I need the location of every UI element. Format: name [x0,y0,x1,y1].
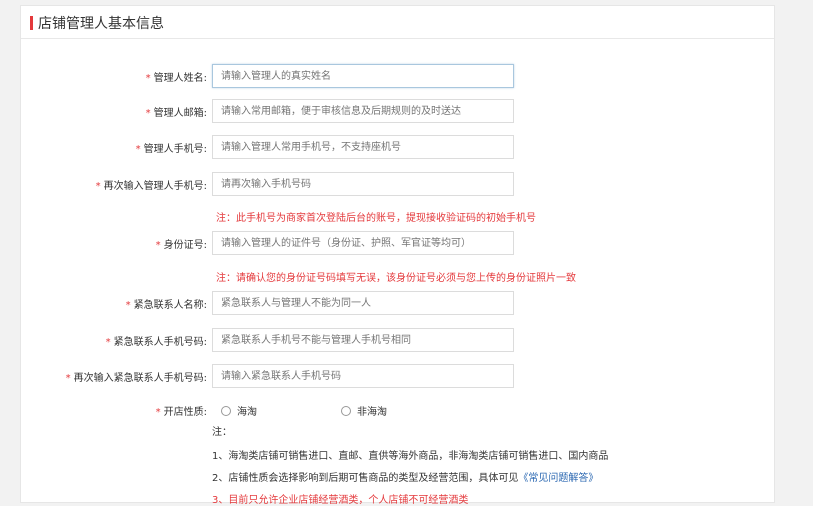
id-number-input[interactable] [212,231,514,255]
manager-email-input[interactable] [212,99,514,123]
required-mark: * [95,181,101,192]
emergency-name-label: * 紧急联系人名称: [125,300,207,311]
manager-phone-label: * 管理人手机号: [135,144,207,155]
note-line-3: 3、目前只允许企业店铺经营酒类，个人店铺不可经营酒类 [212,495,469,506]
radio-non-haitao[interactable]: 非海淘 [341,403,387,418]
manager-name-label: * 管理人姓名: [145,73,207,84]
radio-circle-icon[interactable] [341,406,351,416]
section-title: 店铺管理人基本信息 [38,16,164,32]
required-mark: * [155,240,161,251]
required-mark: * [155,407,161,418]
manager-phone-confirm-input[interactable] [212,172,514,196]
store-type-label: * 开店性质: [155,407,207,418]
notes-heading: 注： [212,427,232,438]
required-mark: * [145,73,151,84]
required-mark: * [125,300,131,311]
radio-haitao[interactable]: 海淘 [221,403,257,418]
required-mark: * [145,108,151,119]
emergency-phone-confirm-input[interactable] [212,364,514,388]
manager-info-panel: 店铺管理人基本信息 *管理人姓名: *管理人邮箱: *管理人手机号: *再次输入… [20,5,775,506]
manager-phone-confirm-label: * 再次输入管理人手机号: [95,181,207,192]
emergency-phone-input[interactable] [212,328,514,352]
phone-warning: 注：此手机号为商家首次登陆后台的账号，提现接收验证码的初始手机号 [216,213,536,224]
emergency-phone-confirm-label: * 再次输入紧急联系人手机号码: [65,373,207,384]
id-warning: 注：请确认您的身份证号码填写无误，该身份证号必须与您上传的身份证照片一致 [216,273,576,284]
required-mark: * [135,144,141,155]
note-line-2: 2、店铺性质会选择影响到后期可售商品的类型及经营范围，具体可见《常见问题解答》 [212,473,599,484]
manager-email-label: * 管理人邮箱: [145,108,207,119]
faq-link[interactable]: 《常见问题解答》 [518,473,598,484]
emergency-phone-label: * 紧急联系人手机号码: [105,337,207,348]
id-number-label: * 身份证号: [155,240,207,251]
manager-name-input[interactable] [212,64,514,88]
manager-phone-input[interactable] [212,135,514,159]
required-mark: * [65,373,71,384]
note-line-1: 1、海淘类店铺可销售进口、直邮、直供等海外商品，非海淘类店铺可销售进口、国内商品 [212,451,609,462]
panel-header: 店铺管理人基本信息 [21,6,774,39]
required-mark: * [105,337,111,348]
radio-circle-icon[interactable] [221,406,231,416]
title-accent-bar [30,16,33,30]
emergency-name-input[interactable] [212,291,514,315]
